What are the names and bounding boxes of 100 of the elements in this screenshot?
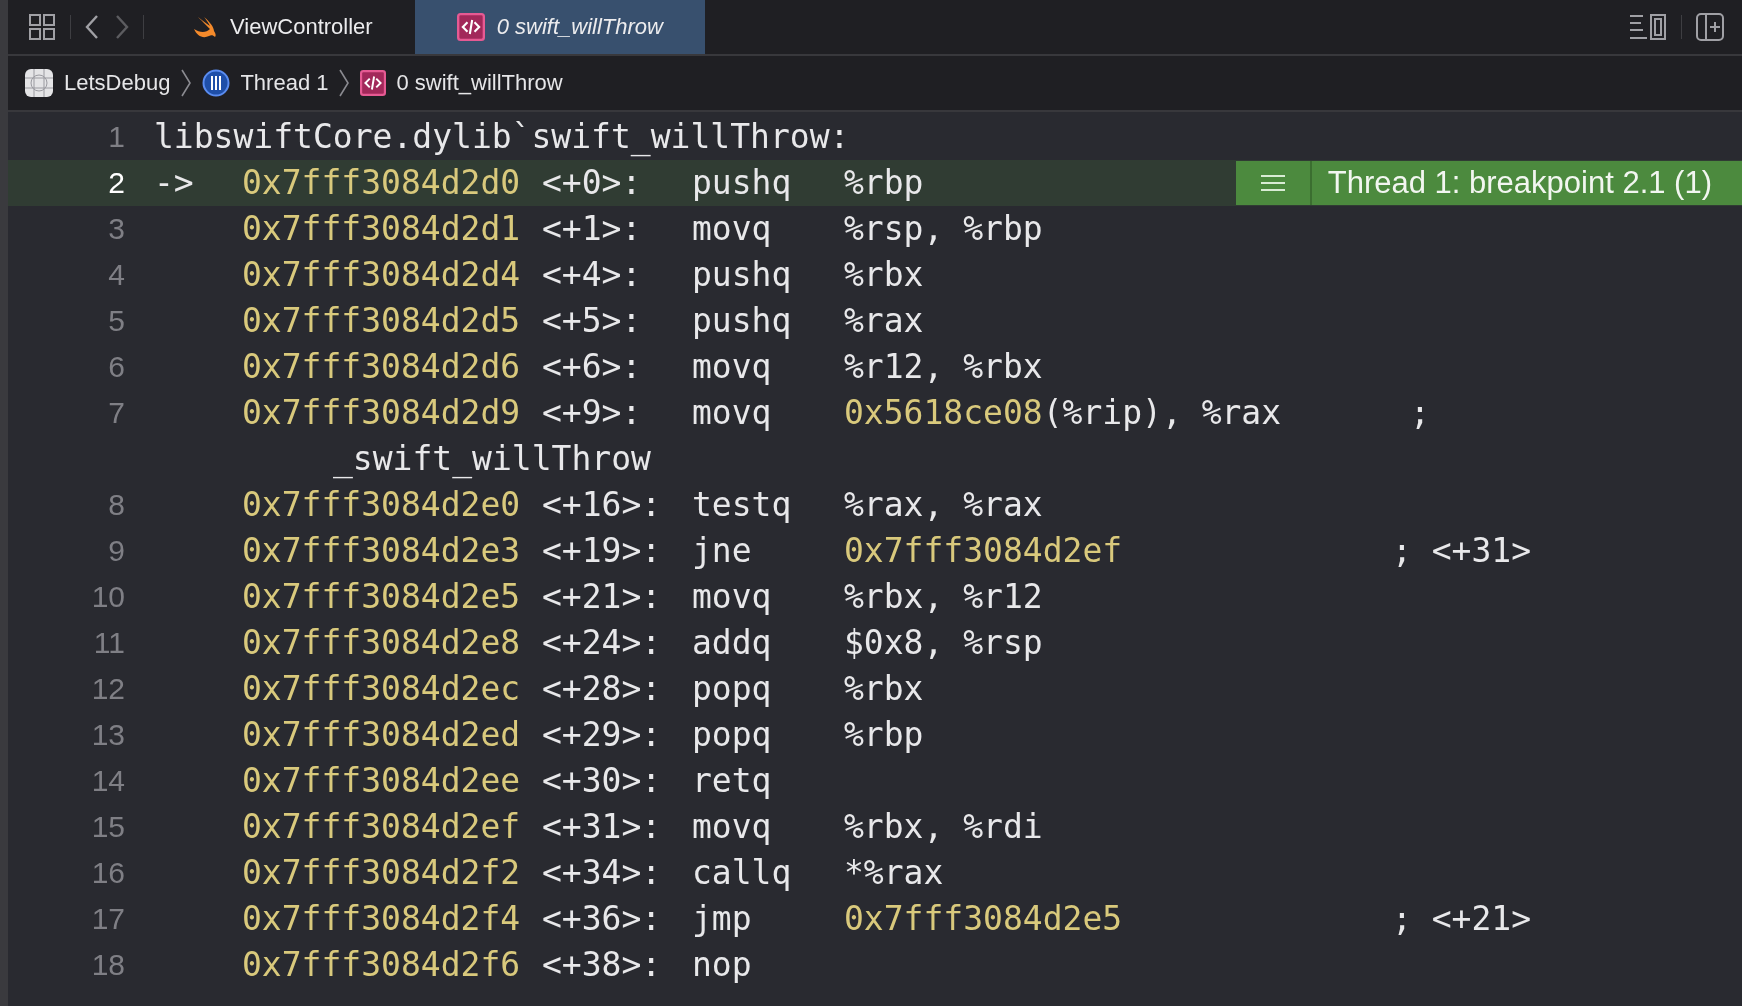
instruction-address: 0x7fff3084d2d9 [242,392,522,434]
instruction-address: 0x7fff3084d2ef [242,806,522,848]
line-number: 15 [90,809,125,845]
line-number: 4 [107,257,125,293]
instruction-mnemonic: popq [692,714,773,756]
instruction-offset: <+24>: [542,622,663,664]
instruction-offset: <+16>: [542,484,663,526]
instruction-offset: <+1>: [542,208,643,250]
instruction-address: 0x7fff3084d2d5 [242,300,522,342]
chevron-icon [338,68,351,98]
instruction-address: 0x7fff3084d2d6 [242,346,522,388]
code-icon [456,13,485,41]
instruction-offset: <+28>: [542,668,663,710]
instruction-operands: %rbx, %r12 [844,576,1043,618]
instruction-operands: %rbp [844,162,924,204]
line-number: 5 [107,303,125,339]
code-icon [360,70,387,96]
instruction-comment: _swift_willThrow [332,438,651,481]
instruction-mnemonic: movq [692,576,773,618]
instruction-offset: <+21>: [542,576,663,618]
instruction-operands: %rbx [844,668,924,710]
instruction-offset: <+9>: [542,392,643,434]
editor-tab[interactable]: 0 swift_willThrow [414,0,705,54]
line-number: 12 [90,671,125,707]
chevron-left-icon [85,14,99,40]
instruction-mnemonic: nop [692,944,753,986]
instruction-mnemonic: movq [692,346,773,388]
operand-literal: 0x7fff3084d2ef [844,530,1123,572]
instruction-address: 0x7fff3084d2e5 [242,576,522,618]
split-add-icon [1696,13,1724,41]
instruction-mnemonic: pushq [692,162,793,204]
instruction-address: 0x7fff3084d2d0 [242,162,522,204]
instruction-address: 0x7fff3084d2f6 [242,944,522,986]
instruction-address: 0x7fff3084d2ee [242,760,522,802]
instruction-mnemonic: jne [692,530,753,572]
instruction-mnemonic: testq [692,484,793,526]
line-number: 10 [90,579,125,615]
lines-panel-icon [1629,13,1667,41]
instruction-operands: %rbx, %rdi [844,806,1043,848]
grid-icon [28,13,56,41]
instruction-operands: %rsp, %rbp [844,208,1043,250]
instruction-comment: ; <+31> [1392,530,1532,572]
breadcrumb-item[interactable]: Thread 1 [200,69,331,97]
instruction-offset: <+31>: [542,806,663,848]
line-number: 16 [90,855,125,891]
instruction-operands: %rax, %rax [844,484,1043,526]
instruction-offset: <+0>: [542,162,643,204]
instruction-mnemonic: jmp [692,898,753,940]
app-icon [24,68,54,98]
instruction-mnemonic: movq [692,392,773,434]
line-number: 11 [92,625,125,661]
instruction-address: 0x7fff3084d2d1 [242,208,522,250]
instruction-mnemonic: retq [692,760,773,802]
instruction-mnemonic: movq [692,208,773,250]
instruction-operands: %rax [844,300,924,342]
instruction-mnemonic: pushq [692,300,793,342]
chevron-right-icon [115,14,129,40]
symbol-label: libswiftCore.dylib`swift_willThrow: [154,116,850,159]
instruction-address: 0x7fff3084d2e0 [242,484,522,526]
line-number: 3 [107,211,125,247]
line-number: 17 [90,901,125,937]
instruction-operands: %r12, %rbx [844,346,1043,388]
operand-literal: 0x7fff3084d2e5 [844,898,1123,940]
instruction-address: 0x7fff3084d2ed [242,714,522,756]
instruction-address: 0x7fff3084d2d4 [242,254,522,296]
lines-icon [1259,174,1286,192]
instruction-offset: <+36>: [542,898,663,940]
instruction-operands: (%rip), %rax [1042,392,1282,434]
instruction-offset: <+19>: [542,530,663,572]
line-number: 13 [90,717,125,753]
instruction-address: 0x7fff3084d2e8 [242,622,522,664]
line-number: 18 [90,947,125,983]
instruction-offset: <+4>: [542,254,643,296]
instruction-offset: <+30>: [542,760,663,802]
instruction-operands: *%rax [844,852,944,894]
line-number: 2 [107,165,125,201]
line-number: 7 [107,395,125,431]
instruction-mnemonic: pushq [692,254,793,296]
pc-arrow: -> [154,162,195,204]
line-number: 1 [107,119,125,155]
editor-tab[interactable]: ViewController [150,0,415,54]
chevron-icon [180,68,193,98]
thread-icon [202,69,231,97]
instruction-operands: $0x8, %rsp [844,622,1043,664]
breadcrumb-item[interactable]: LetsDebug [22,68,173,98]
breadcrumb-item[interactable]: 0 swift_willThrow [358,70,565,96]
instruction-offset: <+6>: [542,346,643,388]
instruction-comment: ; [1410,392,1430,434]
instruction-address: 0x7fff3084d2f2 [242,852,522,894]
instruction-offset: <+38>: [542,944,663,986]
instruction-offset: <+34>: [542,852,663,894]
line-number: 6 [107,349,125,385]
instruction-mnemonic: addq [692,622,773,664]
operand-literal: 0x5618ce08 [844,392,1043,434]
instruction-mnemonic: callq [692,852,793,894]
instruction-offset: <+29>: [542,714,663,756]
bird-icon [192,15,218,39]
instruction-operands: %rbx [844,254,924,296]
breakpoint-banner[interactable]: Thread 1: breakpoint 2.1 (1) [1235,161,1742,205]
instruction-address: 0x7fff3084d2f4 [242,898,522,940]
